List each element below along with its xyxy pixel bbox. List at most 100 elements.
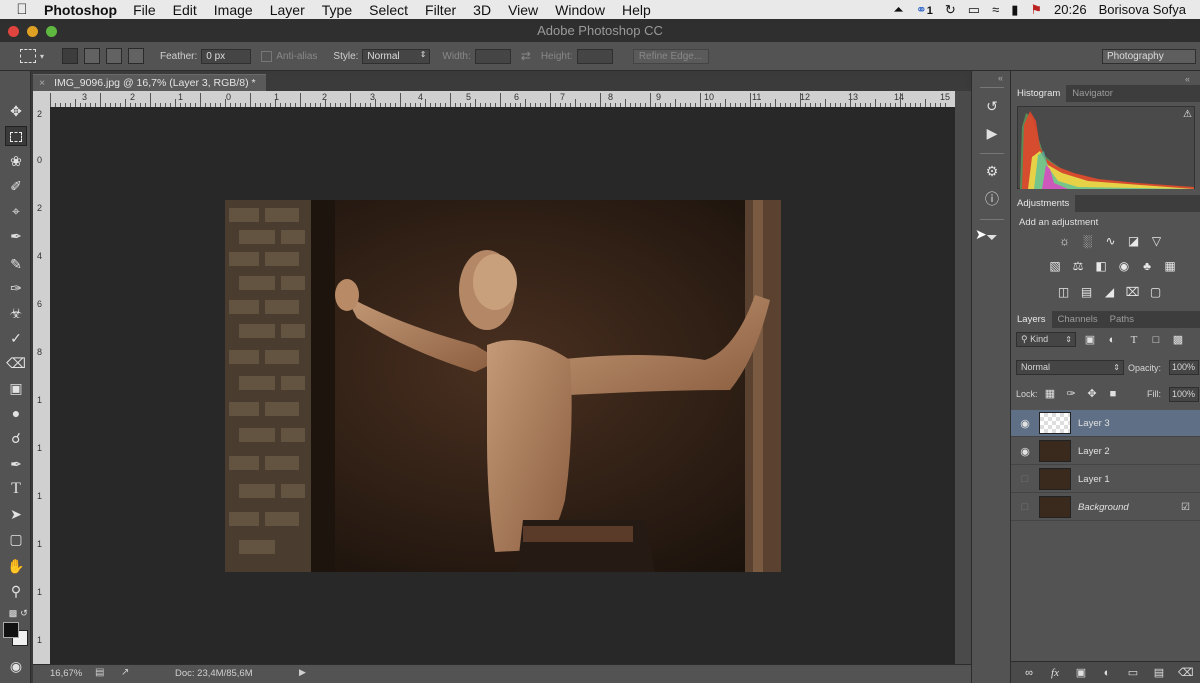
gradient-map-icon[interactable]: ▢ bbox=[1148, 284, 1164, 300]
tab-navigator[interactable]: Navigator bbox=[1066, 85, 1119, 102]
drive-icon[interactable]: ⏶ bbox=[893, 2, 903, 18]
hand-tool-icon[interactable]: ✋ bbox=[5, 556, 27, 576]
new-selection-button[interactable] bbox=[62, 48, 79, 64]
status-preview-icon[interactable]: ▤ bbox=[95, 667, 104, 678]
gradient-tool-icon[interactable]: ▣ bbox=[5, 378, 27, 398]
invert-icon[interactable]: ◫ bbox=[1056, 284, 1072, 300]
width-input[interactable] bbox=[474, 48, 511, 64]
menu-filter[interactable]: Filter bbox=[425, 2, 456, 18]
clone-stamp-tool-icon[interactable]: ☣ bbox=[5, 303, 27, 323]
menu-help[interactable]: Help bbox=[622, 2, 651, 18]
style-select[interactable]: Normal ⇕ bbox=[362, 48, 431, 64]
warning-icon[interactable]: ⚠ bbox=[1183, 109, 1192, 120]
filter-type-icon[interactable]: T bbox=[1127, 333, 1141, 347]
close-window-icon[interactable] bbox=[8, 26, 19, 37]
new-layer-icon[interactable]: ▤ bbox=[1152, 666, 1166, 680]
layer-row[interactable]: ◉ Layer 2 bbox=[1011, 438, 1200, 465]
actions-play-icon[interactable]: ▶ bbox=[981, 123, 1003, 143]
eraser-tool-icon[interactable]: ⌫ bbox=[5, 353, 27, 373]
menu-type[interactable]: Type bbox=[322, 2, 352, 18]
layer-row[interactable]: ◉ Layer 3 bbox=[1011, 410, 1200, 437]
apple-menu-icon[interactable]:  bbox=[0, 1, 44, 18]
zoom-level[interactable]: 16,67% bbox=[50, 668, 82, 679]
pen-tool-icon[interactable]: ✒ bbox=[5, 454, 27, 474]
app-menu[interactable]: Photoshop bbox=[44, 2, 117, 18]
filter-pixel-icon[interactable]: ▣ bbox=[1083, 333, 1097, 347]
posterize-icon[interactable]: ▤ bbox=[1079, 284, 1095, 300]
creative-cloud-icon[interactable]: ⚭1 bbox=[916, 2, 933, 18]
minimize-window-icon[interactable] bbox=[27, 26, 38, 37]
swap-icon[interactable]: ⇄ bbox=[521, 49, 531, 63]
collapse-icon[interactable]: « bbox=[998, 73, 1003, 83]
marquee-preset-icon[interactable] bbox=[20, 49, 36, 63]
user-name[interactable]: Borisova Sofya bbox=[1099, 2, 1186, 17]
threshold-icon[interactable]: ◢ bbox=[1102, 284, 1118, 300]
visibility-toggle-empty[interactable]: □ bbox=[1011, 473, 1039, 485]
tab-channels[interactable]: Channels bbox=[1052, 311, 1104, 328]
move-tool-icon[interactable]: ✥ bbox=[5, 101, 27, 121]
clock[interactable]: 20:26 bbox=[1054, 2, 1087, 17]
document-image[interactable] bbox=[225, 200, 781, 572]
black-white-icon[interactable]: ◧ bbox=[1093, 258, 1109, 274]
menu-3d[interactable]: 3D bbox=[473, 2, 491, 18]
subtract-selection-button[interactable] bbox=[106, 48, 123, 64]
time-machine-icon[interactable]: ↻ bbox=[945, 2, 956, 18]
lock-transparent-icon[interactable]: ▦ bbox=[1043, 387, 1057, 401]
lasso-tool-icon[interactable]: ❀ bbox=[5, 151, 27, 171]
tab-histogram[interactable]: Histogram bbox=[1011, 85, 1067, 102]
quick-selection-tool-icon[interactable]: ✐ bbox=[5, 176, 27, 196]
filter-shape-icon[interactable]: □ bbox=[1149, 333, 1163, 347]
lock-position-icon[interactable]: ✥ bbox=[1085, 387, 1099, 401]
marquee-tool-icon[interactable] bbox=[5, 126, 27, 146]
lock-image-icon[interactable]: ✑ bbox=[1064, 387, 1078, 401]
delete-layer-icon[interactable]: ⌫ bbox=[1178, 666, 1194, 680]
visibility-toggle-empty[interactable]: □ bbox=[1011, 501, 1039, 513]
layer-row[interactable]: □ Background ☑ bbox=[1011, 494, 1200, 521]
dodge-tool-icon[interactable]: ☌ bbox=[5, 428, 27, 448]
gradient-triangle-icon[interactable]: ▽ bbox=[1149, 233, 1165, 249]
flag-icon[interactable]: ⚑ bbox=[1030, 2, 1042, 18]
brightness-contrast-icon[interactable]: ☼ bbox=[1057, 233, 1073, 249]
info-icon[interactable]: ⓘ bbox=[981, 189, 1003, 209]
brush-tool-icon[interactable]: ✑ bbox=[5, 278, 27, 298]
refine-edge-button[interactable]: Refine Edge... bbox=[632, 48, 709, 64]
foreground-color-swatch[interactable] bbox=[3, 622, 19, 638]
rectangle-tool-icon[interactable]: ▢ bbox=[5, 529, 27, 549]
menu-select[interactable]: Select bbox=[369, 2, 408, 18]
layer-row[interactable]: □ Layer 1 bbox=[1011, 466, 1200, 493]
add-mask-icon[interactable]: ▣ bbox=[1074, 666, 1088, 680]
collapse-panels-icon[interactable]: « bbox=[1185, 74, 1190, 84]
history-brush-tool-icon[interactable]: ✓ bbox=[5, 328, 27, 348]
curves-icon[interactable]: ∿ bbox=[1103, 233, 1119, 249]
layer-style-fx-icon[interactable]: fx bbox=[1048, 666, 1062, 680]
swap-colors-icon[interactable]: ↺ bbox=[13, 603, 35, 623]
display-icon[interactable]: ▭ bbox=[968, 2, 980, 18]
fill-input[interactable]: 100% bbox=[1169, 387, 1199, 402]
menu-window[interactable]: Window bbox=[555, 2, 605, 18]
document-scrollbar[interactable] bbox=[955, 91, 971, 664]
tab-layers[interactable]: Layers bbox=[1011, 311, 1052, 328]
blur-tool-icon[interactable]: ● bbox=[5, 403, 27, 423]
blend-mode-select[interactable]: Normal ⇕ bbox=[1016, 360, 1124, 375]
preset-dropdown-icon[interactable]: ▾ bbox=[40, 52, 44, 61]
healing-brush-tool-icon[interactable]: ✎ bbox=[5, 254, 27, 274]
properties-icon[interactable]: ⚙ bbox=[981, 161, 1003, 181]
levels-icon[interactable]: ░ bbox=[1080, 233, 1096, 249]
layer-filter-kind[interactable]: ⚲ Kind ⇕ bbox=[1016, 332, 1076, 347]
color-lookup-icon[interactable]: ▦ bbox=[1162, 258, 1178, 274]
menu-file[interactable]: File bbox=[133, 2, 156, 18]
add-selection-button[interactable] bbox=[84, 48, 101, 64]
link-layers-icon[interactable]: ∞ bbox=[1022, 666, 1036, 680]
history-icon[interactable]: ↺ bbox=[981, 96, 1003, 116]
channel-mixer-icon[interactable]: ♣ bbox=[1139, 258, 1155, 274]
tab-paths[interactable]: Paths bbox=[1104, 311, 1140, 328]
new-adjustment-layer-icon[interactable]: ◐ bbox=[1100, 666, 1114, 680]
type-tool-icon[interactable]: T bbox=[5, 479, 27, 499]
vertical-ruler[interactable]: 2 0 2 4 6 8 1 1 1 1 1 1 bbox=[33, 107, 50, 664]
status-menu-arrow-icon[interactable]: ▶ bbox=[299, 667, 306, 678]
battery-icon[interactable]: ▮ bbox=[1011, 2, 1018, 18]
selective-color-icon[interactable]: ⌧ bbox=[1125, 284, 1141, 300]
zoom-tool-icon[interactable]: ⚲ bbox=[5, 581, 27, 601]
visibility-eye-icon[interactable]: ◉ bbox=[1011, 445, 1039, 458]
feather-input[interactable]: 0 px bbox=[201, 48, 252, 64]
